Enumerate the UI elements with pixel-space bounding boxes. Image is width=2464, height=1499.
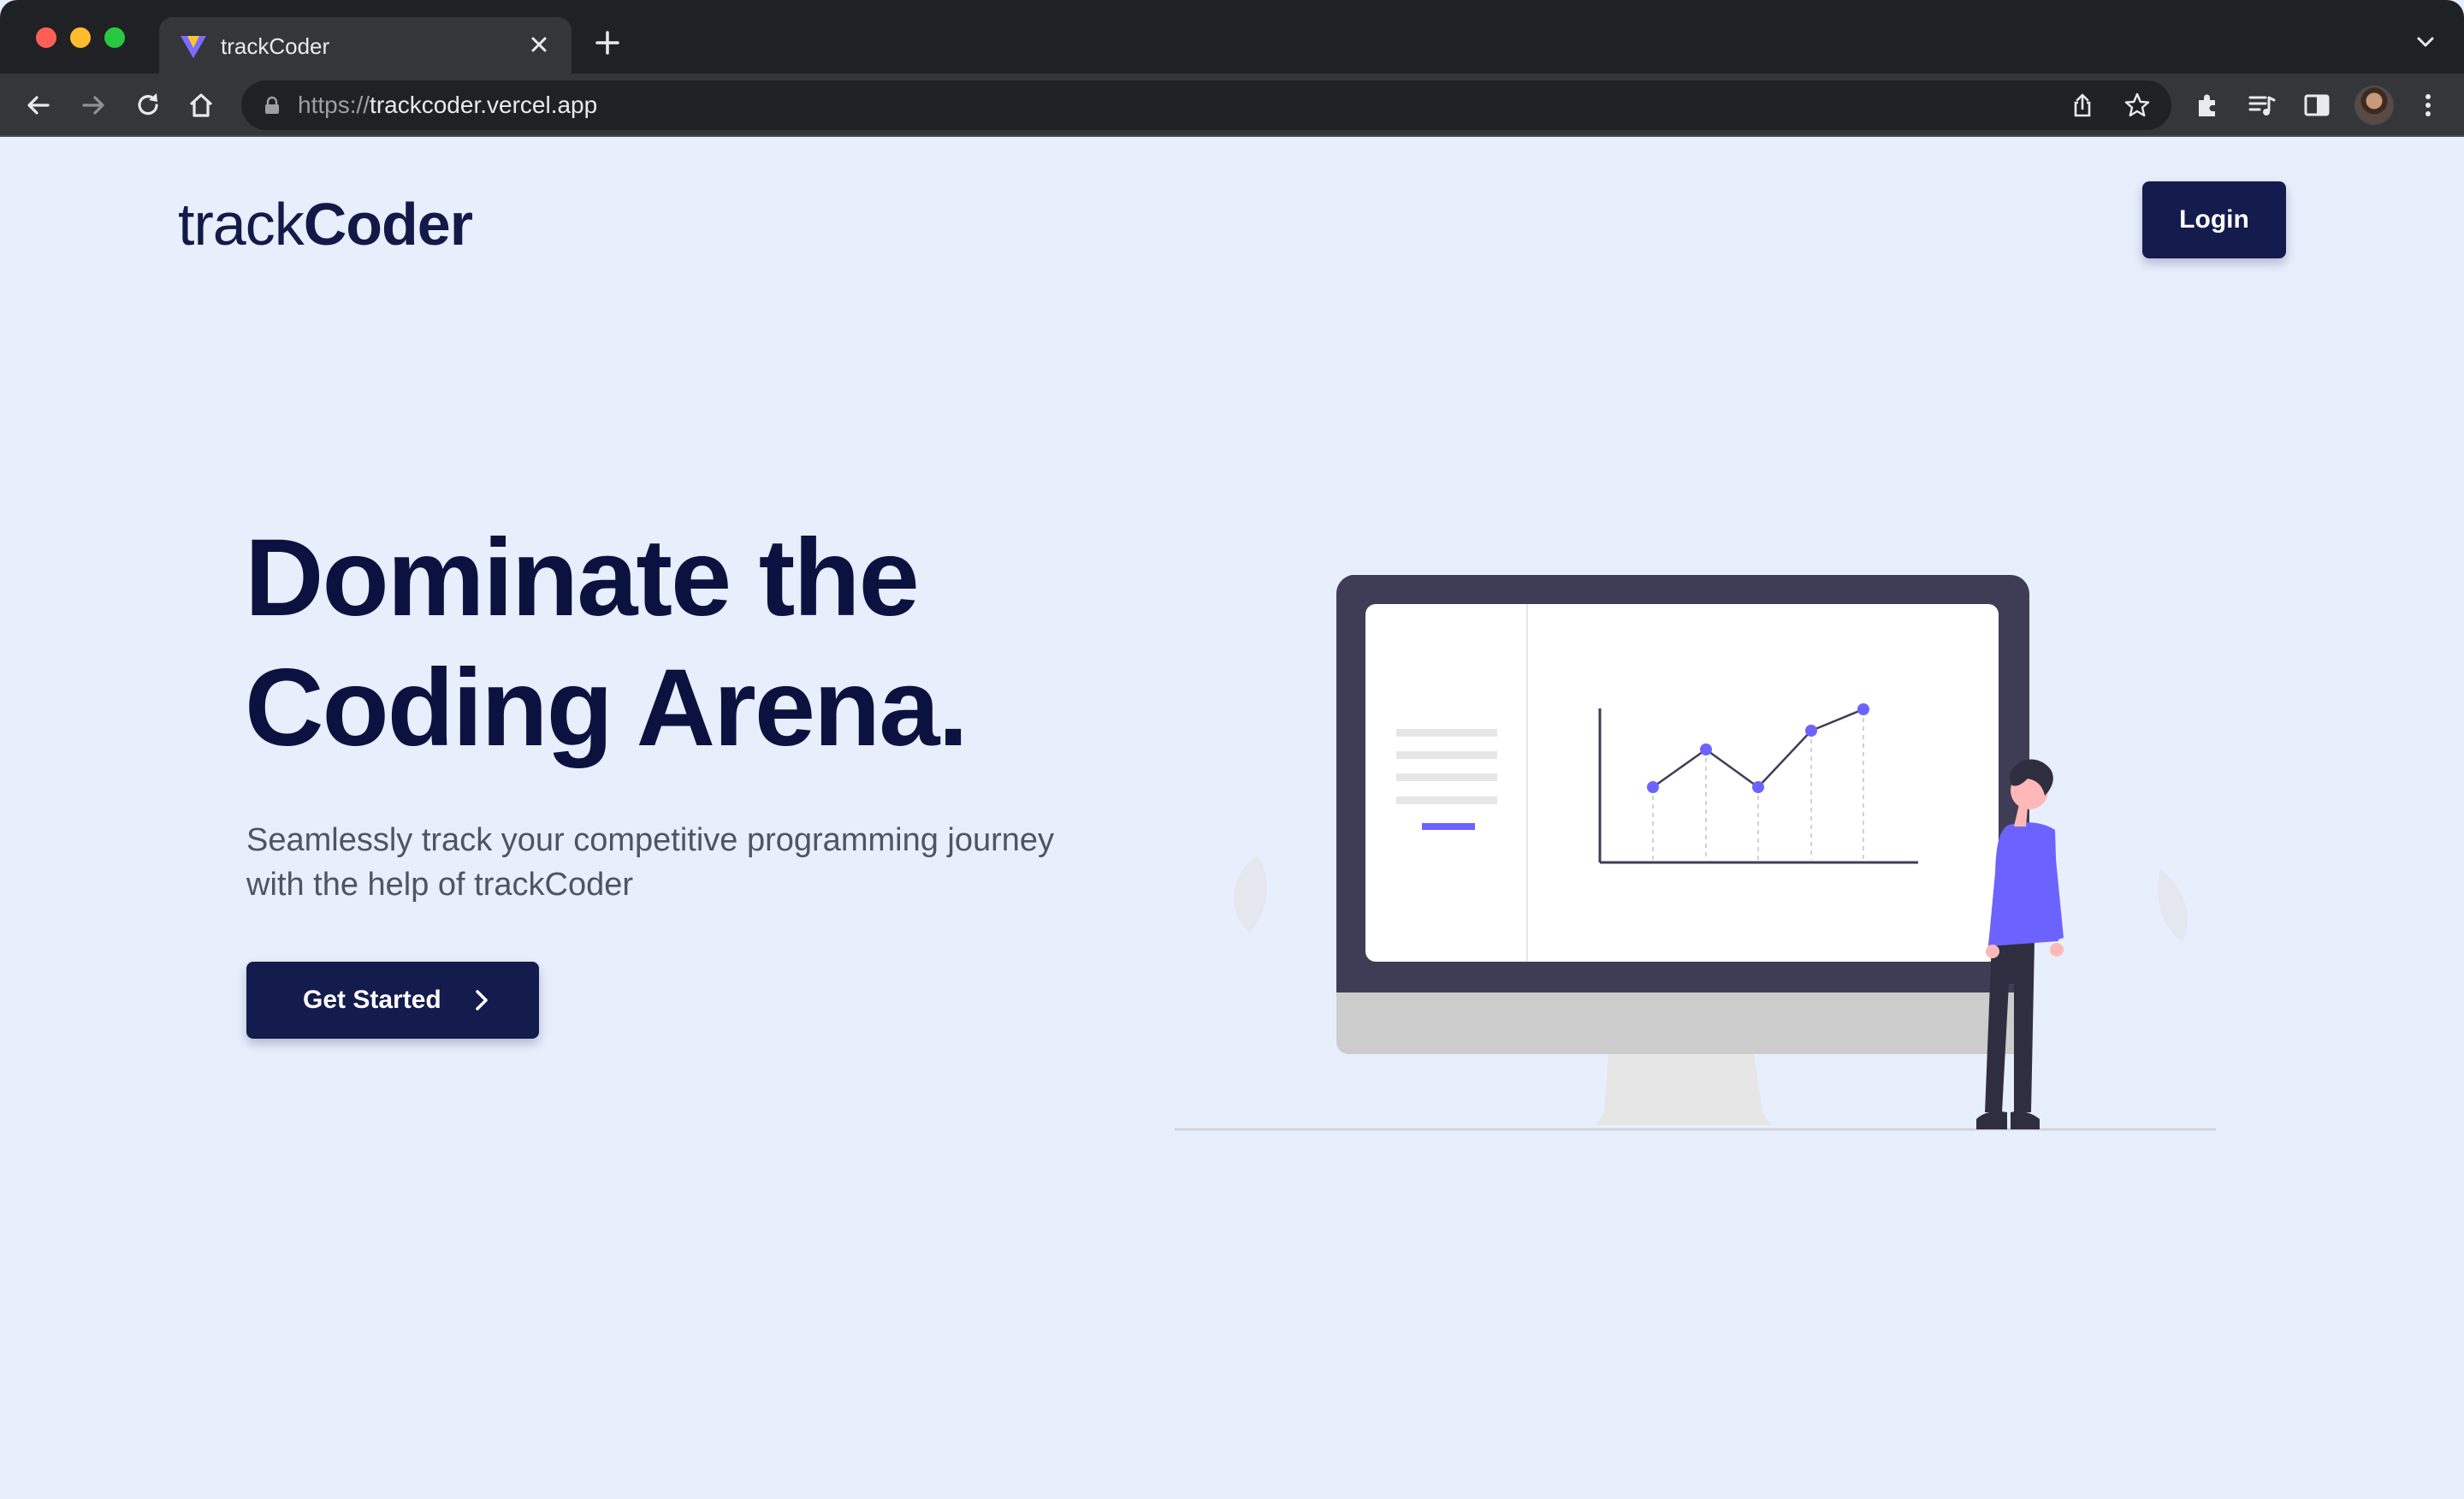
back-icon[interactable]: [21, 87, 56, 123]
url-host: trackcoder.vercel.app: [370, 92, 598, 118]
browser-toolbar: https://trackcoder.vercel.app: [0, 74, 2464, 137]
browser-window: trackCoder https://trackcoder.vercel.app…: [0, 0, 2464, 1499]
landing-page: trackCoder Login Dominate the Coding Are…: [0, 137, 2464, 1499]
chevron-right-icon: [476, 990, 488, 1010]
url-text: https://trackcoder.vercel.app: [298, 91, 597, 120]
hero-subtitle: Seamlessly track your competitive progra…: [246, 818, 1102, 907]
more-menu-icon[interactable]: [2413, 90, 2443, 121]
maximize-window-button[interactable]: [104, 27, 125, 48]
hero-subtitle-line-1: Seamlessly track your competitive progra…: [246, 822, 1055, 858]
right-plant: [2158, 868, 2188, 941]
site-logo[interactable]: trackCoder: [178, 188, 473, 260]
logo-text-bold: Coder: [303, 191, 473, 258]
hero-title-line-1: Dominate the: [245, 517, 920, 639]
left-plant: [1233, 856, 1267, 933]
vite-favicon-icon: [181, 36, 206, 58]
monitor-screen: [1365, 604, 1999, 962]
get-started-label: Get Started: [303, 986, 441, 1014]
close-tab-icon[interactable]: [524, 29, 554, 60]
hero-subtitle-line-2: with the help of trackCoder: [246, 867, 634, 903]
side-panel-icon[interactable]: [2301, 90, 2332, 121]
tab-bar: trackCoder: [0, 0, 2464, 74]
home-icon[interactable]: [183, 87, 219, 123]
analytics-illustration: [1175, 575, 2216, 1131]
lock-icon: [265, 96, 279, 114]
forward-icon[interactable]: [75, 87, 111, 123]
reload-icon[interactable]: [130, 87, 166, 123]
extensions-icon[interactable]: [2192, 90, 2223, 121]
logo-text-light: track: [178, 191, 305, 258]
close-window-button[interactable]: [36, 27, 56, 48]
get-started-button[interactable]: Get Started: [246, 962, 539, 1039]
hero-title: Dominate the Coding Arena.: [245, 513, 1186, 773]
media-playlist-icon[interactable]: [2247, 90, 2277, 121]
address-bar[interactable]: https://trackcoder.vercel.app: [241, 80, 2171, 130]
profile-avatar[interactable]: [2354, 86, 2394, 125]
tab-search-chevron-icon[interactable]: [2413, 29, 2438, 55]
tab-title: trackCoder: [221, 33, 330, 59]
url-scheme: https://: [298, 92, 370, 118]
monitor-stand: [1596, 1052, 1771, 1125]
hero-title-line-2: Coding Arena.: [245, 647, 968, 769]
login-button[interactable]: Login: [2142, 181, 2286, 258]
share-icon[interactable]: [2069, 92, 2096, 119]
new-tab-button[interactable]: [590, 26, 625, 60]
active-tab[interactable]: trackCoder: [159, 17, 572, 74]
minimize-window-button[interactable]: [70, 27, 91, 48]
bookmark-star-icon[interactable]: [2123, 92, 2151, 119]
